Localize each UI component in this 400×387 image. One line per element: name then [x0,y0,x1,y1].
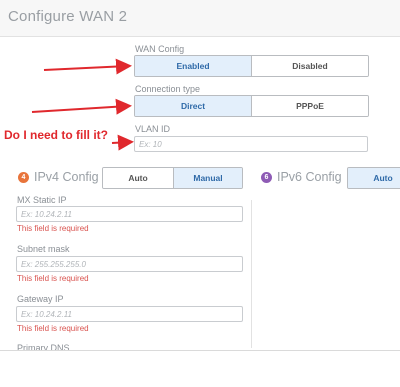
annotation-note: Do I need to fill it? [4,128,108,142]
vlan-id-label: VLAN ID [135,124,171,134]
wan-enabled-button[interactable]: Enabled [135,56,251,76]
direct-button[interactable]: Direct [135,96,251,116]
ipv6-badge-icon: 6 [261,172,272,183]
wan-disabled-button[interactable]: Disabled [251,56,368,76]
dialog-titlebar: Configure WAN 2 [0,0,400,37]
connection-type-toggle: Direct PPPoE [134,95,369,117]
connection-type-label: Connection type [135,84,201,94]
wan-config-label: WAN Config [135,44,185,54]
ipv6-auto-button[interactable]: Auto [348,168,400,188]
section-divider [251,200,252,348]
wan-config-toggle: Enabled Disabled [134,55,369,77]
mx-static-ip-input[interactable]: Ex: 10.24.2.11 [16,206,243,222]
ipv4-badge-icon: 4 [18,172,29,183]
ipv4-mode-toggle: Auto Manual [102,167,243,189]
vlan-id-input[interactable]: Ex: 10 [134,136,368,152]
gateway-ip-label: Gateway IP [17,294,64,304]
subnet-mask-input[interactable]: Ex: 255.255.255.0 [16,256,243,272]
ipv6-config-title: IPv6 Config [277,170,342,184]
gateway-ip-error: This field is required [17,324,89,333]
mx-static-ip-error: This field is required [17,224,89,233]
ipv6-mode-toggle: Auto [347,167,400,189]
ipv4-manual-button[interactable]: Manual [173,168,242,188]
ipv4-config-title: IPv4 Config [34,170,99,184]
pppoe-button[interactable]: PPPoE [251,96,368,116]
dialog-title: Configure WAN 2 [8,8,128,25]
dialog-footer [0,350,400,387]
subnet-mask-label: Subnet mask [17,244,70,254]
gateway-ip-input[interactable]: Ex: 10.24.2.11 [16,306,243,322]
subnet-mask-error: This field is required [17,274,89,283]
configure-wan-dialog: Configure WAN 2 WAN Config Enabled Disab… [0,0,400,387]
mx-static-ip-label: MX Static IP [17,195,67,205]
ipv4-auto-button[interactable]: Auto [103,168,173,188]
